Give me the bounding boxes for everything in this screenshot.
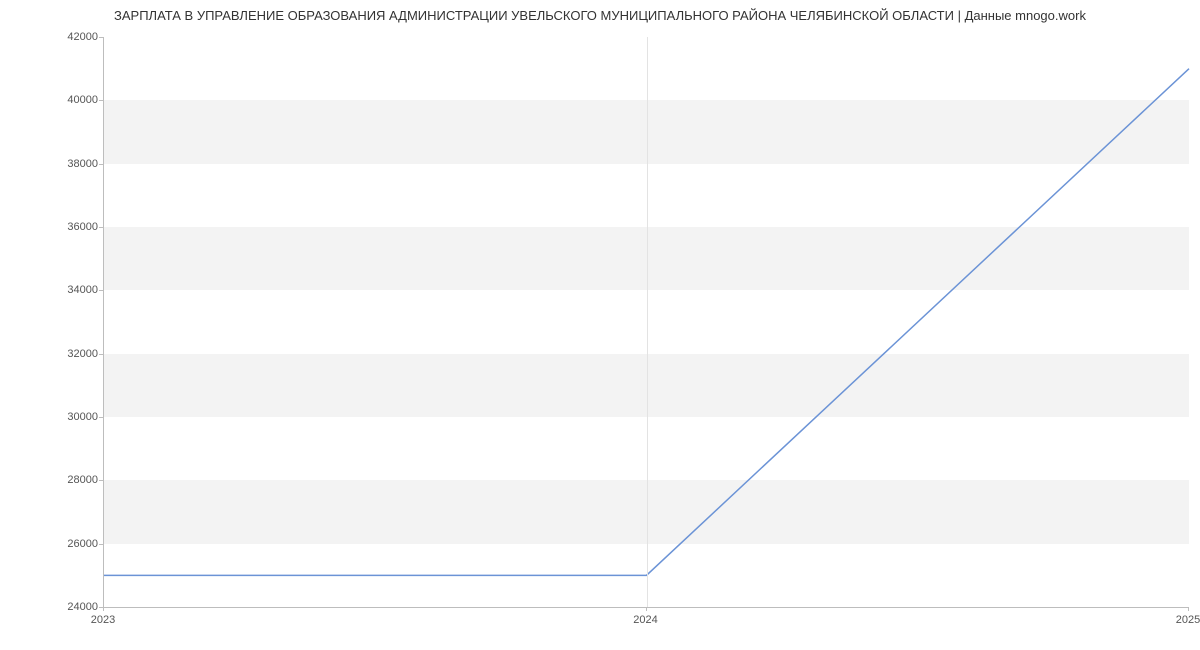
plot-area xyxy=(103,37,1189,608)
x-tick-mark xyxy=(103,607,104,611)
y-tick-label: 32000 xyxy=(38,348,98,360)
y-tick-mark xyxy=(99,37,103,38)
x-tick-mark xyxy=(1188,607,1189,611)
y-tick-mark xyxy=(99,544,103,545)
x-tick-label: 2024 xyxy=(633,614,657,626)
y-tick-mark xyxy=(99,354,103,355)
y-tick-mark xyxy=(99,480,103,481)
y-tick-label: 30000 xyxy=(38,411,98,423)
y-tick-label: 24000 xyxy=(38,601,98,613)
x-tick-label: 2023 xyxy=(91,614,115,626)
y-tick-mark xyxy=(99,164,103,165)
y-tick-label: 42000 xyxy=(38,31,98,43)
chart-title: ЗАРПЛАТА В УПРАВЛЕНИЕ ОБРАЗОВАНИЯ АДМИНИ… xyxy=(0,8,1200,23)
y-tick-label: 40000 xyxy=(38,94,98,106)
x-gridline xyxy=(647,37,648,607)
y-tick-mark xyxy=(99,227,103,228)
y-tick-mark xyxy=(99,290,103,291)
y-tick-label: 26000 xyxy=(38,538,98,550)
line-chart: ЗАРПЛАТА В УПРАВЛЕНИЕ ОБРАЗОВАНИЯ АДМИНИ… xyxy=(0,0,1200,650)
y-tick-mark xyxy=(99,100,103,101)
x-tick-mark xyxy=(646,607,647,611)
y-tick-label: 36000 xyxy=(38,221,98,233)
x-tick-label: 2025 xyxy=(1176,614,1200,626)
y-tick-label: 38000 xyxy=(38,158,98,170)
y-tick-label: 28000 xyxy=(38,474,98,486)
y-tick-label: 34000 xyxy=(38,284,98,296)
y-tick-mark xyxy=(99,417,103,418)
